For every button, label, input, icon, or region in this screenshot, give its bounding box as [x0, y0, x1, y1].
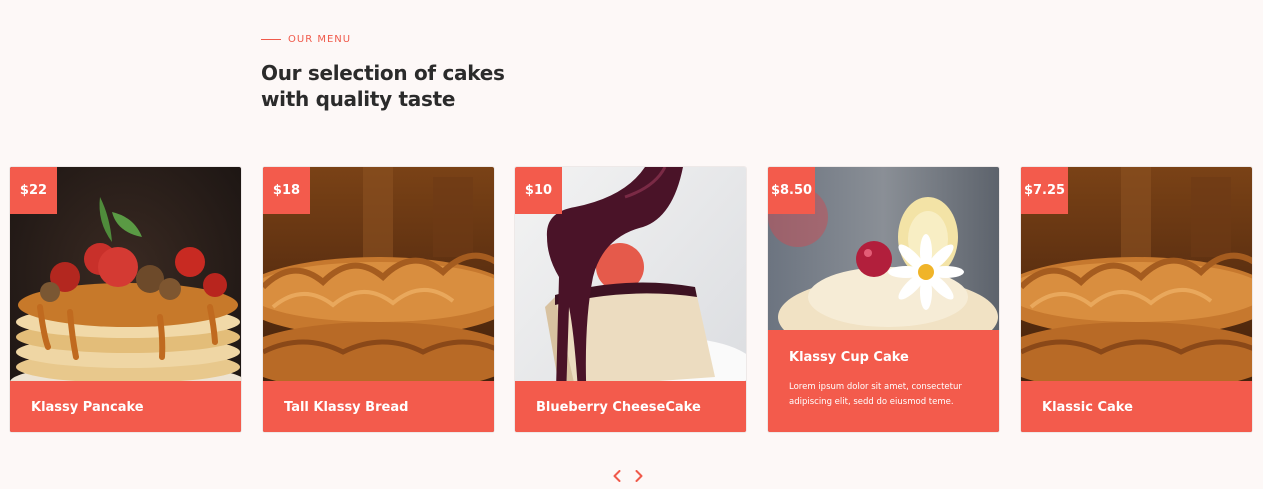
card-title[interactable]: Klassy Pancake [31, 400, 144, 415]
card-caption: Klassy Pancake [10, 381, 241, 432]
chevron-right-icon[interactable] [634, 468, 644, 484]
card-title[interactable]: Klassic Cake [1042, 400, 1133, 415]
card-caption: Blueberry CheeseCake [515, 381, 746, 432]
chevron-left-icon[interactable] [612, 468, 622, 484]
price-badge: $7.25 [1021, 167, 1068, 214]
price-badge: $8.50 [768, 167, 815, 214]
eyebrow-line [261, 39, 281, 40]
price-badge: $18 [263, 167, 310, 214]
menu-card-klassic[interactable]: $7.25 Klassic Cake [1021, 167, 1252, 432]
price-badge: $10 [515, 167, 562, 214]
section-eyebrow: OUR MENU [261, 34, 351, 45]
menu-card-bread[interactable]: $18 Tall Klassy Bread [263, 167, 494, 432]
card-caption: Klassy Cup Cake Lorem ipsum dolor sit am… [768, 330, 999, 432]
carousel-nav [612, 468, 644, 484]
price-badge: $22 [10, 167, 57, 214]
card-title[interactable]: Klassy Cup Cake [789, 350, 909, 365]
card-caption: Klassic Cake [1021, 381, 1252, 432]
card-title[interactable]: Tall Klassy Bread [284, 400, 408, 415]
card-description: Lorem ipsum dolor sit amet, consectetur … [789, 382, 962, 407]
section-title-line-2: with quality taste [261, 87, 456, 111]
card-caption: Tall Klassy Bread [263, 381, 494, 432]
section-title-line-1: Our selection of cakes [261, 61, 505, 85]
section-title: Our selection of cakes with quality tast… [261, 60, 561, 112]
menu-card-cupcake[interactable]: $8.50 Klassy Cup Cake Lorem ipsum dolor … [768, 167, 999, 432]
menu-card-pancake[interactable]: $22 Klassy Pancake [10, 167, 241, 432]
eyebrow-label: OUR MENU [288, 34, 352, 45]
card-title[interactable]: Blueberry CheeseCake [536, 400, 701, 415]
menu-card-cheesecake[interactable]: $10 Blueberry CheeseCake [515, 167, 746, 432]
